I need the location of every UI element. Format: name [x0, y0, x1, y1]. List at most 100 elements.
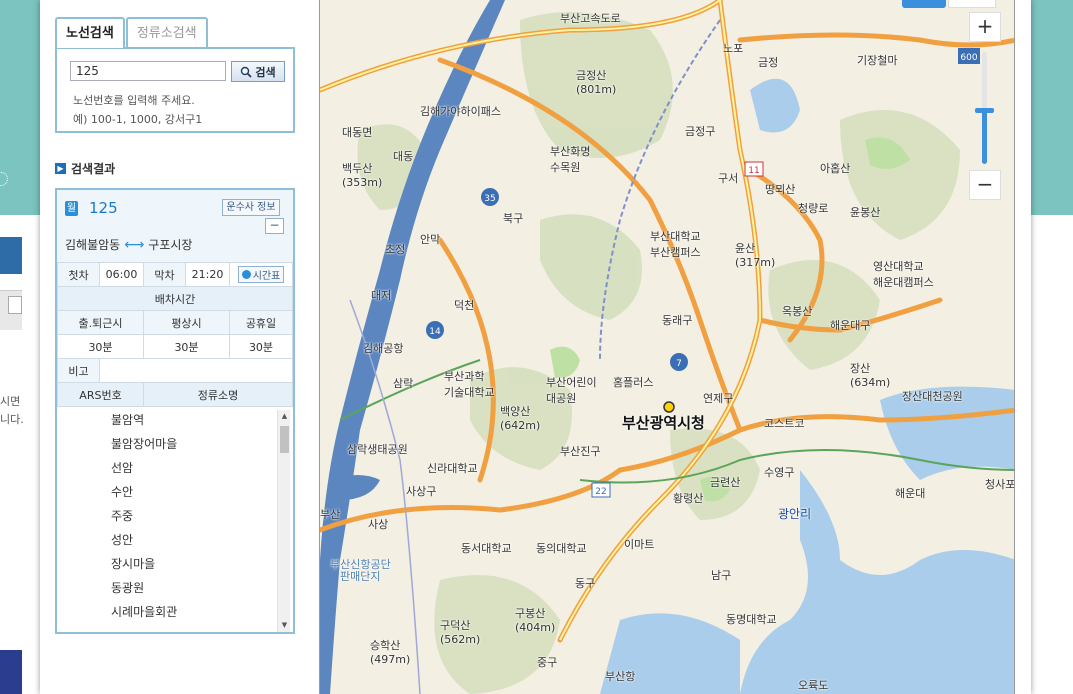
tab-route-search[interactable]: 노선검색 [55, 17, 125, 48]
timetable-button[interactable]: 시간표 [237, 266, 285, 283]
map-label: 땅뫼산 [765, 183, 796, 196]
map-label: 삼락생태공원 [347, 443, 408, 456]
background-text-2: 니다. [0, 413, 24, 426]
interval-header: 배차시간 [57, 286, 293, 311]
map-label: 해운대구 [830, 319, 871, 332]
map-label: 동의대학교 [536, 542, 587, 555]
scroll-thumb[interactable] [280, 426, 289, 453]
note-label: 비고 [57, 358, 100, 383]
map-label: 대동 [393, 150, 414, 163]
bus-route-popup: 노선검색 정류소검색 검색 노선번호를 입력해 주세요. 예) 100-1, 1… [40, 0, 1031, 694]
map-label: 동명대학교 [726, 613, 777, 626]
scroll-down-icon[interactable]: ▼ [278, 619, 291, 632]
map-label: 옥봉산 [782, 305, 813, 318]
route-path: 김해불암동 ⟷ 구포시장 [65, 236, 192, 253]
background-input [8, 296, 22, 314]
stop-list-item[interactable]: 불암장어마을 [57, 432, 293, 456]
stop-list-item[interactable]: 장시마을 [57, 552, 293, 576]
map-label: 중구 [537, 656, 558, 669]
interval-col-rush: 출.퇴근시 [57, 310, 144, 335]
interval-value-normal: 30분 [143, 334, 230, 359]
first-bus-time: 06:00 [99, 262, 144, 287]
map-label: 노포 [723, 42, 744, 55]
map-label: 대저 [371, 289, 392, 302]
map-label: 영산대학교 해운대캠퍼스 [873, 260, 934, 289]
map-label: 구서 [718, 172, 739, 185]
stop-list-item[interactable]: 주중 [57, 504, 293, 528]
map-label: 이마트 [624, 538, 655, 551]
map-label: 동구 [575, 577, 596, 590]
clock-icon [241, 270, 251, 279]
map-label: 황령산 [673, 492, 704, 505]
map-label: 금정 [758, 56, 779, 69]
schedule-table: 첫차 06:00 막차 21:20 시간표 배차시간 출.퇴근시 평상시 공휴일… [57, 262, 293, 407]
timetable-cell: 시간표 [229, 262, 293, 287]
map-label: 장산 (634m) [850, 362, 891, 389]
bullet-arrow-icon: ▶ [55, 163, 66, 174]
map-label: 금정산 (801m) [576, 69, 617, 96]
map-label: 백양산 (642m) [500, 405, 541, 432]
map-label: 부산과학 기술대학교 [444, 370, 495, 399]
tab-stop-search[interactable]: 정류소검색 [125, 17, 208, 48]
zoom-out-button[interactable]: − [969, 170, 1001, 200]
svg-text:22: 22 [595, 487, 606, 497]
results-title: ▶ 검색결과 [55, 160, 115, 177]
map-label: 김해공항 [363, 342, 404, 355]
map-label: 코스트코 [764, 417, 805, 430]
route-result-card: 월 125 운수사 정보 − 김해불암동 ⟷ 구포시장 첫차 06:00 막차 … [55, 188, 295, 634]
svg-text:14: 14 [429, 327, 441, 337]
map-label: 아홉산 [820, 162, 851, 175]
stop-name-header: 정류소명 [143, 382, 293, 407]
search-hint-line-2: 예) 100-1, 1000, 강서구1 [73, 113, 203, 126]
zoom-slider-fill [982, 108, 987, 164]
map-label: 청량로 [798, 202, 829, 215]
map-label: 장산대천공원 [902, 390, 963, 403]
map-label: 오륙도 [798, 679, 829, 692]
scroll-up-icon[interactable]: ▲ [278, 410, 291, 423]
zoom-in-button[interactable]: + [969, 12, 1001, 42]
search-hint: 노선번호를 입력해 주세요. 예) 100-1, 1000, 강서구1 [73, 91, 202, 129]
background-header-right [1031, 0, 1073, 215]
collapse-button[interactable]: − [265, 218, 284, 234]
map-label: 안막 [420, 233, 441, 246]
route-number-input[interactable] [70, 61, 226, 81]
map-label: 부산고속도로 [560, 12, 621, 25]
stop-list-item[interactable]: 불암역 [57, 408, 293, 432]
operator-info-button[interactable]: 운수사 정보 [222, 199, 280, 216]
stop-list-item[interactable]: 수안 [57, 480, 293, 504]
map-view[interactable]: 35 14 7 11 22 600 부산광역시청 금정산 (801m) 김해가야하… [319, 0, 1015, 694]
map-label: 승학산 (497m) [370, 639, 411, 666]
map-label: 부산대학교 부산캠퍼스 [650, 230, 701, 259]
route-number[interactable]: 125 [89, 199, 118, 217]
background-blue-bar [0, 237, 22, 274]
map-label: 동서대학교 [461, 542, 512, 555]
stop-list-scrollbar[interactable]: ▲ ▼ [277, 410, 290, 632]
svg-text:7: 7 [676, 359, 682, 369]
ars-number-header: ARS번호 [57, 382, 144, 407]
stop-list-item[interactable]: 선암 [57, 456, 293, 480]
map-label: 신라대학교 [427, 462, 478, 475]
interval-col-normal: 평상시 [143, 310, 230, 335]
map-label: 북구 [503, 212, 524, 225]
route-destination: 구포시장 [148, 238, 193, 252]
stop-list-item[interactable]: 동광원 [57, 576, 293, 600]
background-text-1: 시면 [0, 395, 21, 408]
map-label-city-hall: 부산광역시청 [622, 414, 705, 432]
map-label: 광안리 [778, 507, 812, 521]
stop-list-item[interactable]: 시례마을회관 [57, 600, 293, 624]
last-bus-label: 막차 [143, 262, 186, 287]
zoom-slider-handle[interactable] [975, 108, 994, 113]
search-panel: 노선검색 정류소검색 검색 노선번호를 입력해 주세요. 예) 100-1, 1… [40, 0, 318, 694]
stop-list-item[interactable]: 성안 [57, 528, 293, 552]
map-label: 구덕산 (562m) [440, 619, 481, 646]
map-type-button-active[interactable] [902, 0, 946, 8]
search-button[interactable]: 검색 [231, 61, 285, 82]
map-label: 해운대 [895, 487, 926, 500]
map-label: 수영구 [764, 466, 795, 479]
map-label: 대동면 [342, 126, 373, 139]
last-bus-time: 21:20 [185, 262, 230, 287]
map-label: 홈플러스 [613, 376, 654, 389]
map-label: 김해가야하이패스 [420, 105, 501, 118]
search-hint-line-1: 노선번호를 입력해 주세요. [73, 94, 195, 107]
map-type-button[interactable] [948, 0, 996, 8]
